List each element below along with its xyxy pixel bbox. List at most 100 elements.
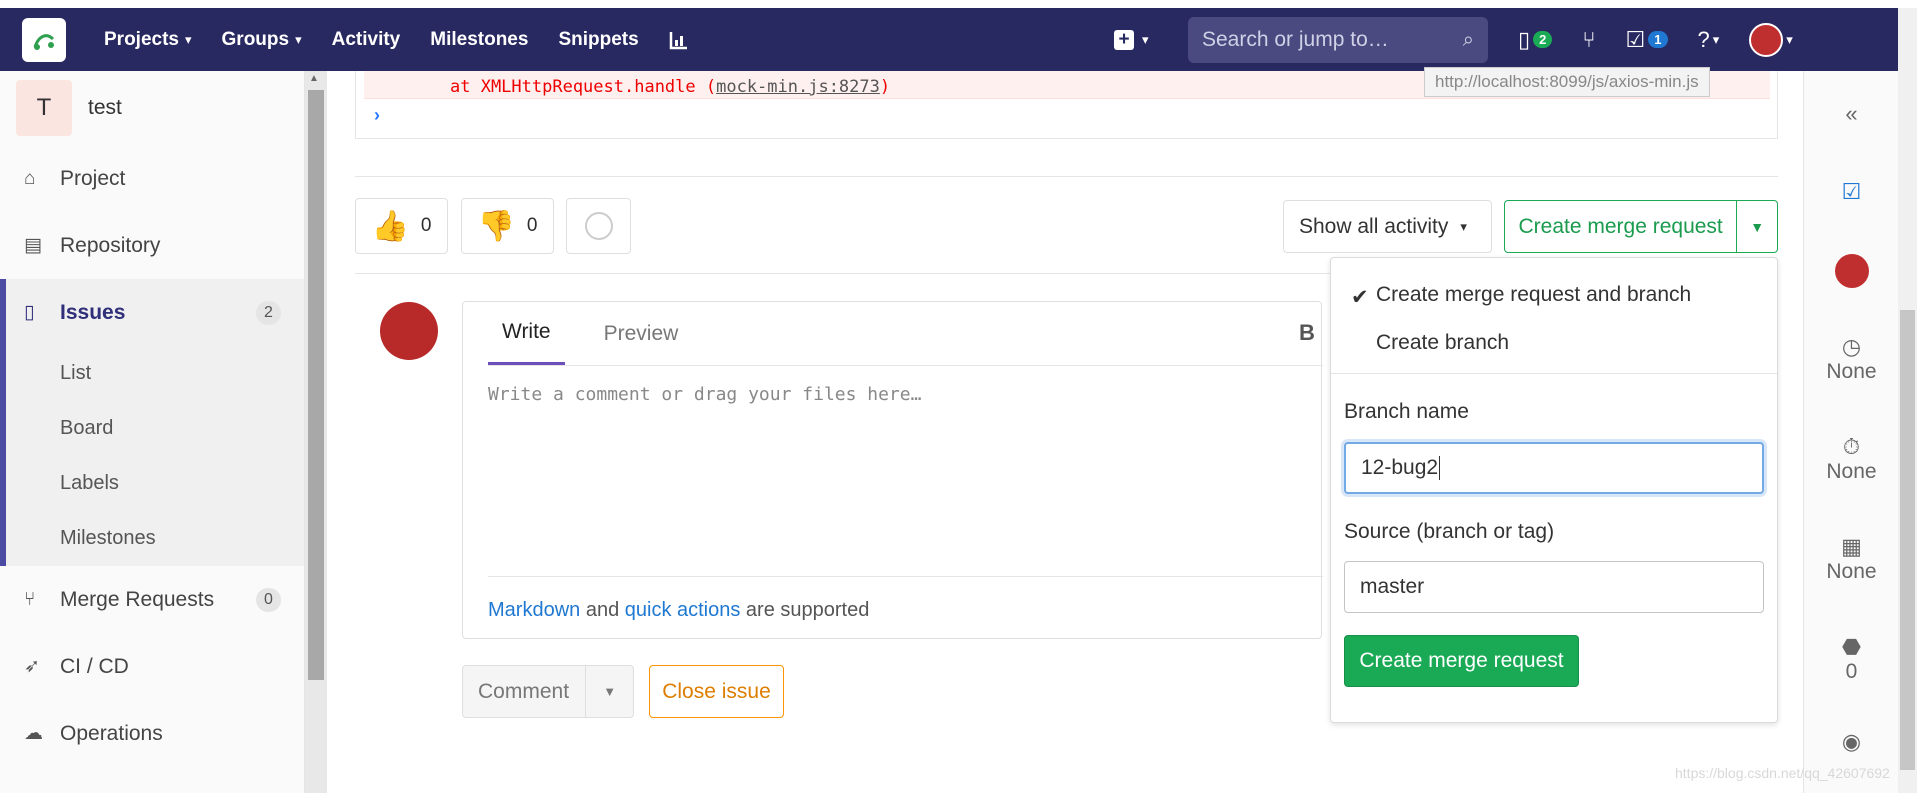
nav-activity[interactable]: Activity bbox=[332, 29, 401, 51]
help-button[interactable]: ? ▾ bbox=[1698, 27, 1720, 53]
avatar bbox=[1749, 22, 1784, 57]
sidebar-project-header[interactable]: T test bbox=[0, 71, 304, 145]
source-ref-input[interactable]: master bbox=[1344, 561, 1764, 613]
issues-icon: ▯ bbox=[24, 302, 35, 323]
nav-snippets[interactable]: Snippets bbox=[558, 29, 638, 51]
merge-requests-count-badge: 0 bbox=[256, 587, 281, 612]
sidebar-item-ci-cd[interactable]: ➶ CI / CD bbox=[0, 633, 304, 700]
chevron-down-icon: ▾ bbox=[1142, 31, 1149, 47]
chevron-down-icon: ▾ bbox=[184, 31, 192, 47]
nav-icons: ▯ 2 ⑂ ☑ 1 ? ▾ ▾ bbox=[1518, 8, 1793, 71]
thumbs-up-button[interactable]: 👍 0 bbox=[355, 198, 448, 254]
issues-count-badge: 2 bbox=[1533, 31, 1553, 48]
close-issue-button[interactable]: Close issue bbox=[649, 665, 784, 718]
divider bbox=[355, 176, 1778, 177]
tab-write[interactable]: Write bbox=[488, 302, 565, 365]
scroll-up-arrow-icon[interactable]: ▲ bbox=[309, 73, 319, 84]
search-input[interactable]: Search or jump to… ⌕ bbox=[1188, 17, 1488, 63]
sidebar-milestone[interactable]: ◷ None bbox=[1804, 334, 1899, 384]
todos-count-badge: 1 bbox=[1648, 31, 1668, 48]
source-label: Source (branch or tag) bbox=[1344, 520, 1555, 543]
chart-icon[interactable] bbox=[669, 30, 689, 50]
sidebar-item-repository[interactable]: ▤ Repository bbox=[0, 212, 304, 279]
sidebar-time-tracking[interactable]: ⏱ None bbox=[1804, 434, 1899, 484]
sidebar-item-issues[interactable]: ▯ Issues 2 bbox=[0, 279, 304, 346]
submit-create-merge-request-button[interactable]: Create merge request bbox=[1344, 635, 1579, 687]
option-create-mr-and-branch[interactable]: Create merge request and branch bbox=[1376, 283, 1691, 307]
sidebar-subitem-labels[interactable]: Labels bbox=[0, 456, 304, 511]
quick-actions-link[interactable]: quick actions bbox=[625, 599, 741, 621]
merge-request-icon: ⑂ bbox=[24, 588, 36, 610]
comment-dropdown-toggle[interactable]: ▼ bbox=[586, 684, 633, 699]
avatar bbox=[380, 302, 438, 360]
todo-check-icon: ☑ bbox=[1625, 26, 1646, 52]
sidebar-due-date[interactable]: ▦ None bbox=[1804, 534, 1899, 584]
thumbs-down-button[interactable]: 👎 0 bbox=[461, 198, 554, 254]
thumbs-up-icon: 👍 bbox=[371, 209, 409, 243]
tab-preview[interactable]: Preview bbox=[590, 302, 693, 365]
issues-count-badge: 2 bbox=[256, 300, 281, 325]
project-name: test bbox=[88, 96, 122, 119]
help-icon: ? bbox=[1697, 26, 1710, 52]
chevron-down-icon: ▾ bbox=[1786, 31, 1793, 47]
page-scrollbar-thumb[interactable] bbox=[1900, 310, 1915, 770]
bold-button[interactable]: B bbox=[1299, 320, 1315, 346]
issue-right-sidebar: « ☑ ◷ None ⏱ None ▦ None ⬣ 0 ◉ bbox=[1803, 71, 1898, 793]
text-cursor bbox=[1439, 456, 1441, 480]
sidebar-item-project[interactable]: ⌂ Project bbox=[0, 145, 304, 212]
sidebar-item-operations[interactable]: ☁ Operations bbox=[0, 700, 304, 767]
create-merge-request-button[interactable]: Create merge request bbox=[1505, 201, 1738, 252]
error-source-link[interactable]: mock-min.js:8273 bbox=[716, 77, 880, 97]
branch-name-label: Branch name bbox=[1344, 400, 1469, 423]
clock-icon: ◷ bbox=[1841, 334, 1862, 359]
console-error-text: at XMLHttpRequest.handle (mock-min.js:82… bbox=[450, 77, 891, 97]
sidebar-subitem-board[interactable]: Board bbox=[0, 401, 304, 456]
divider bbox=[488, 365, 1323, 366]
add-reaction-button[interactable] bbox=[566, 198, 631, 254]
create-mr-dropdown-toggle[interactable]: ▼ bbox=[1737, 219, 1777, 235]
markdown-link[interactable]: Markdown bbox=[488, 599, 580, 621]
chevron-down-icon: ▾ bbox=[295, 31, 302, 47]
sidebar-labels[interactable]: ⬣ 0 bbox=[1804, 634, 1899, 684]
issues-nav-button[interactable]: ▯ 2 bbox=[1518, 26, 1553, 53]
avatar bbox=[1834, 254, 1869, 288]
sidebar-visibility[interactable]: ◉ bbox=[1804, 729, 1899, 755]
thumbs-down-icon: 👎 bbox=[477, 209, 515, 243]
calendar-icon: ▦ bbox=[1841, 534, 1862, 559]
watermark-text: https://blog.csdn.net/qq_42607692 bbox=[1675, 765, 1890, 781]
todos-nav-button[interactable]: ☑ 1 bbox=[1626, 27, 1668, 53]
sidebar-item-merge-requests[interactable]: ⑂ Merge Requests 0 bbox=[0, 566, 304, 633]
user-menu[interactable]: ▾ bbox=[1749, 22, 1793, 57]
plus-icon: + bbox=[1114, 29, 1134, 50]
merge-request-icon[interactable]: ⑂ bbox=[1582, 27, 1595, 53]
search-icon: ⌕ bbox=[1462, 28, 1474, 51]
editor-footer: Markdown and quick actions are supported bbox=[488, 599, 870, 621]
gitlab-logo-icon[interactable] bbox=[22, 17, 66, 62]
issues-icon: ▯ bbox=[1518, 26, 1531, 52]
nav-groups[interactable]: Groups ▾ bbox=[222, 29, 302, 51]
sidebar-subitem-list[interactable]: List bbox=[0, 346, 304, 401]
project-sidebar: T test ⌂ Project ▤ Repository ▯ Issues 2… bbox=[0, 71, 305, 793]
smiley-icon bbox=[584, 212, 613, 240]
collapse-sidebar-button[interactable]: « bbox=[1804, 101, 1899, 127]
comment-textarea[interactable]: Write a comment or drag your files here… bbox=[488, 384, 921, 405]
divider bbox=[1331, 373, 1777, 374]
create-merge-request-dropdown: ✔ Create merge request and branch Create… bbox=[1330, 257, 1778, 723]
divider bbox=[488, 576, 1323, 577]
new-item-button[interactable]: + ▾ bbox=[1114, 29, 1149, 50]
sidebar-subitem-milestones[interactable]: Milestones bbox=[0, 511, 304, 566]
option-create-branch[interactable]: Create branch bbox=[1376, 331, 1509, 355]
chevron-down-icon: ▾ bbox=[1712, 31, 1720, 47]
url-tooltip: http://localhost:8099/js/axios-min.js bbox=[1424, 67, 1710, 97]
project-avatar: T bbox=[16, 80, 72, 136]
comment-button[interactable]: Comment bbox=[463, 666, 587, 717]
nav-milestones[interactable]: Milestones bbox=[430, 29, 528, 51]
comment-split-button: Comment ▼ bbox=[462, 665, 634, 718]
nav-right: + ▾ Search or jump to… ⌕ ▯ 2 ⑂ ☑ 1 ? ▾ ▾ bbox=[1114, 8, 1793, 71]
sidebar-scrollbar-thumb[interactable] bbox=[308, 90, 324, 680]
assignee[interactable] bbox=[1804, 254, 1899, 288]
activity-filter-dropdown[interactable]: Show all activity ▾ bbox=[1283, 200, 1492, 253]
branch-name-input[interactable]: 12-bug2 bbox=[1344, 442, 1764, 494]
todo-toggle[interactable]: ☑ bbox=[1804, 179, 1899, 205]
nav-projects[interactable]: Projects ▾ bbox=[104, 29, 192, 51]
